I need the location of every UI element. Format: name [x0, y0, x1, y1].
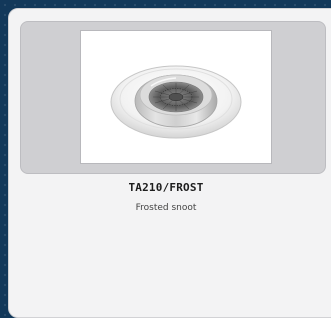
product-image[interactable]: [80, 30, 272, 164]
product-description: Frosted snoot: [135, 203, 197, 213]
product-card[interactable]: TA210/FROST Frosted snoot: [8, 8, 331, 318]
product-code: TA210/FROST: [128, 181, 204, 194]
product-image-frame: [20, 21, 326, 174]
downlight-illustration: [110, 65, 242, 139]
